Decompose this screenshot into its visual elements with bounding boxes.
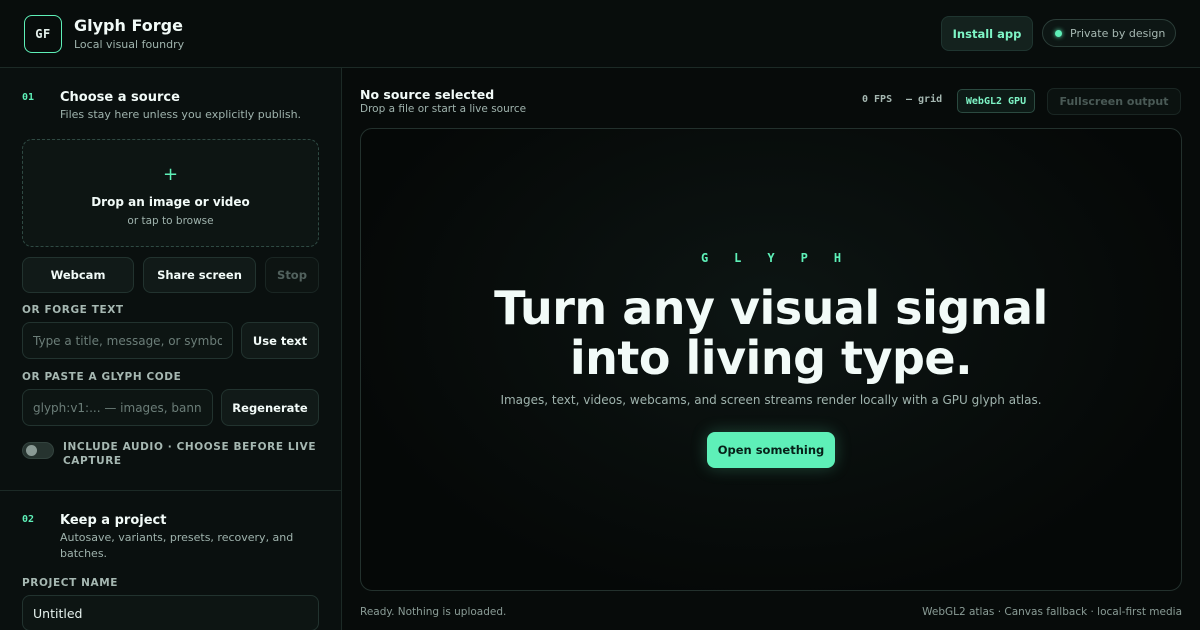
glyph-code-input[interactable] xyxy=(22,389,213,426)
step-subtitle: Files stay here unless you explicitly pu… xyxy=(60,108,302,121)
hero-line-1: Turn any visual signal xyxy=(494,281,1048,335)
fps-readout: 0 FPS xyxy=(862,94,893,105)
app-subtitle: Local visual foundry xyxy=(74,38,185,51)
audio-toggle[interactable] xyxy=(22,442,54,459)
forge-text-input[interactable] xyxy=(22,322,233,359)
step-title: Keep a project xyxy=(60,513,167,528)
hero-heading: Turn any visual signal into living type. xyxy=(361,283,1181,383)
audio-toggle-label: INCLUDE AUDIO · CHOOSE BEFORE LIVE CAPTU… xyxy=(63,441,317,467)
privacy-label: Private by design xyxy=(1070,26,1166,40)
source-status-title: No source selected xyxy=(360,87,495,102)
plus-icon: + xyxy=(162,164,179,185)
gpu-badge: WebGL2 GPU xyxy=(957,89,1035,113)
glyph-code-label: OR PASTE A GLYPH CODE xyxy=(22,371,182,383)
hero-line-2: into living type. xyxy=(569,331,973,385)
share-screen-button[interactable]: Share screen xyxy=(143,257,256,293)
sidebar: 01 Choose a source Files stay here unles… xyxy=(0,68,342,630)
step-number: 02 xyxy=(22,514,35,525)
privacy-badge: Private by design xyxy=(1042,19,1176,47)
project-name-input[interactable] xyxy=(22,595,319,630)
tech-stack-note: WebGL2 atlas · Canvas fallback · local-f… xyxy=(922,606,1182,618)
file-dropzone[interactable]: + Drop an image or video or tap to brows… xyxy=(22,139,319,247)
logo-mark: GF xyxy=(24,15,62,53)
hero-description: Images, text, videos, webcams, and scree… xyxy=(500,393,1042,407)
forge-text-label: OR FORGE TEXT xyxy=(22,304,124,316)
app-title: Glyph Forge xyxy=(74,16,183,35)
regenerate-button[interactable]: Regenerate xyxy=(221,389,319,426)
install-app-button[interactable]: Install app xyxy=(941,16,1033,51)
app-header: GF Glyph Forge Local visual foundry Inst… xyxy=(0,0,1200,68)
status-dot-icon xyxy=(1055,29,1062,37)
grid-readout: – grid xyxy=(906,94,943,105)
toggle-knob xyxy=(26,445,37,456)
render-stage: GLYPH Turn any visual signal into living… xyxy=(360,128,1182,591)
dropzone-subtitle: or tap to browse xyxy=(127,215,214,227)
stage-eyebrow: GLYPH xyxy=(700,251,868,265)
open-something-button[interactable]: Open something xyxy=(707,432,835,468)
step-title: Choose a source xyxy=(60,90,180,105)
stop-button[interactable]: Stop xyxy=(265,257,319,293)
use-text-button[interactable]: Use text xyxy=(241,322,319,359)
status-message: Ready. Nothing is uploaded. xyxy=(360,606,507,618)
source-status-subtitle: Drop a file or start a live source xyxy=(360,103,527,115)
fullscreen-output-button[interactable]: Fullscreen output xyxy=(1047,88,1181,115)
dropzone-title: Drop an image or video xyxy=(91,195,250,209)
project-name-label: PROJECT NAME xyxy=(22,577,119,589)
step-subtitle: Autosave, variants, presets, recovery, a… xyxy=(60,531,294,560)
section-divider xyxy=(0,490,341,491)
webcam-button[interactable]: Webcam xyxy=(22,257,134,293)
step-number: 01 xyxy=(22,92,35,103)
